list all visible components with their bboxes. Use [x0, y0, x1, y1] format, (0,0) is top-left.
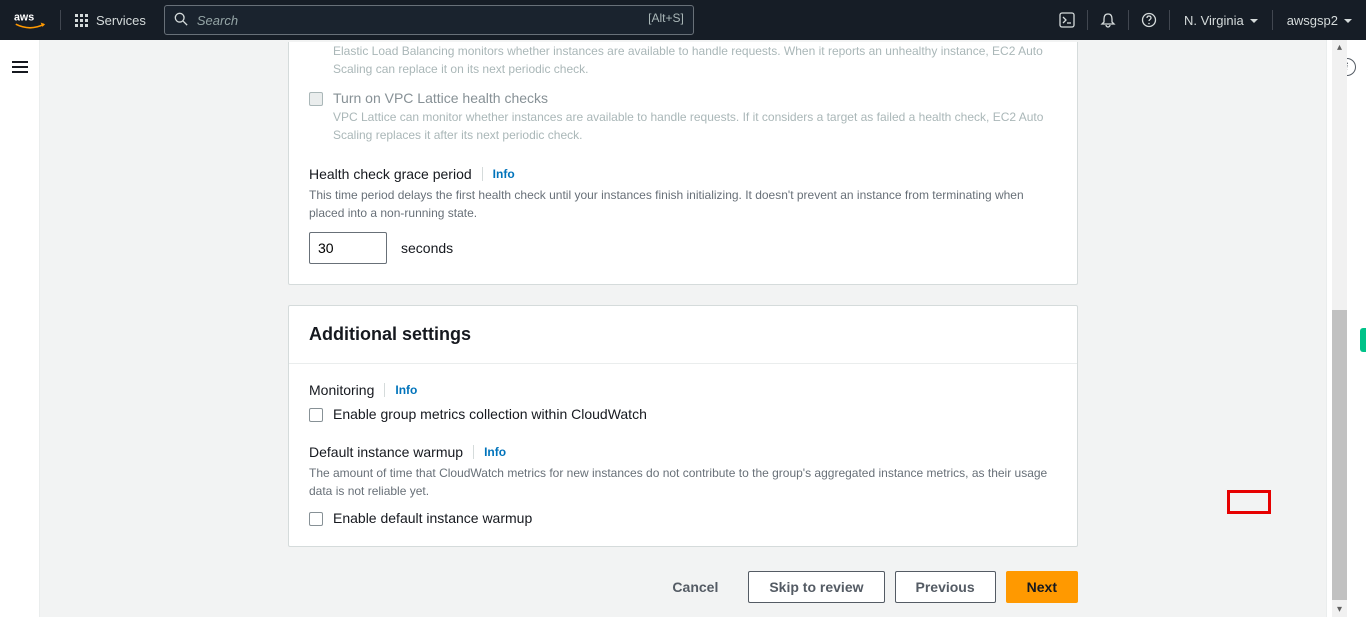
- chevron-down-icon: [1250, 19, 1258, 23]
- grace-period-info-link[interactable]: Info: [493, 167, 515, 181]
- previous-button[interactable]: Previous: [895, 571, 996, 603]
- search-icon: [174, 12, 188, 26]
- divider: [482, 167, 483, 181]
- search-input[interactable]: [164, 5, 694, 35]
- divider: [473, 445, 474, 459]
- enable-group-metrics-checkbox[interactable]: [309, 408, 323, 422]
- vpc-lattice-description: VPC Lattice can monitor whether instance…: [333, 108, 1057, 144]
- scroll-down-icon[interactable]: ▾: [1332, 602, 1347, 617]
- monitoring-info-link[interactable]: Info: [395, 383, 417, 397]
- help-icon[interactable]: [1129, 0, 1169, 40]
- additional-settings-panel: Additional settings Monitoring Info Enab…: [288, 305, 1078, 547]
- chevron-down-icon: [1344, 19, 1352, 23]
- monitoring-label-row: Monitoring Info: [309, 382, 1057, 398]
- aws-logo[interactable]: aws: [0, 10, 60, 30]
- warmup-description: The amount of time that CloudWatch metri…: [309, 464, 1057, 500]
- warmup-label-row: Default instance warmup Info: [309, 444, 1057, 460]
- vpc-lattice-row: Turn on VPC Lattice health checks VPC La…: [309, 90, 1057, 144]
- enable-group-metrics-label: Enable group metrics collection within C…: [333, 406, 1057, 422]
- wizard-buttons: Cancel Skip to review Previous Next: [288, 571, 1078, 603]
- warmup-label: Default instance warmup: [309, 444, 463, 460]
- vpc-lattice-label: Turn on VPC Lattice health checks: [333, 90, 1057, 106]
- grid-icon: [75, 14, 88, 27]
- hamburger-icon[interactable]: [12, 58, 28, 617]
- top-navigation: aws Services [Alt+S] N. Virginia aws: [0, 0, 1366, 40]
- region-selector[interactable]: N. Virginia: [1170, 0, 1272, 40]
- scrollbar-track[interactable]: ▴ ▾: [1332, 40, 1347, 617]
- grace-period-description: This time period delays the first health…: [309, 186, 1057, 222]
- health-checks-panel: Elastic Load Balancing monitors whether …: [288, 42, 1078, 285]
- enable-warmup-label: Enable default instance warmup: [333, 510, 1057, 526]
- region-label: N. Virginia: [1184, 13, 1244, 28]
- warmup-info-link[interactable]: Info: [484, 445, 506, 459]
- additional-settings-title: Additional settings: [309, 324, 1057, 345]
- svg-text:aws: aws: [14, 12, 34, 24]
- highlight-box: [1227, 490, 1271, 514]
- grace-period-input[interactable]: [309, 232, 387, 264]
- services-button[interactable]: Services: [61, 13, 160, 28]
- grace-period-unit: seconds: [401, 240, 453, 256]
- user-label: awsgsp2: [1287, 13, 1338, 28]
- elb-health-check-description: Elastic Load Balancing monitors whether …: [333, 42, 1057, 78]
- left-rail: [0, 40, 40, 617]
- monitoring-label: Monitoring: [309, 382, 374, 398]
- feedback-tab[interactable]: [1360, 328, 1366, 352]
- divider: [384, 383, 385, 397]
- notifications-icon[interactable]: [1088, 0, 1128, 40]
- enable-warmup-checkbox[interactable]: [309, 512, 323, 526]
- scroll-up-icon[interactable]: ▴: [1332, 40, 1347, 55]
- next-button[interactable]: Next: [1006, 571, 1078, 603]
- vpc-lattice-checkbox: [309, 92, 323, 106]
- services-label: Services: [96, 13, 146, 28]
- grace-period-label-row: Health check grace period Info: [309, 166, 1057, 182]
- cloudshell-icon[interactable]: [1047, 0, 1087, 40]
- topnav-right: N. Virginia awsgsp2: [1047, 0, 1366, 40]
- grace-period-label: Health check grace period: [309, 166, 472, 182]
- search-shortcut: [Alt+S]: [648, 11, 684, 25]
- search-container: [Alt+S]: [164, 5, 694, 35]
- scrollbar-thumb[interactable]: [1332, 310, 1347, 600]
- user-menu[interactable]: awsgsp2: [1273, 0, 1366, 40]
- skip-to-review-button[interactable]: Skip to review: [748, 571, 884, 603]
- cancel-button[interactable]: Cancel: [652, 571, 738, 603]
- main-content: Elastic Load Balancing monitors whether …: [40, 40, 1326, 617]
